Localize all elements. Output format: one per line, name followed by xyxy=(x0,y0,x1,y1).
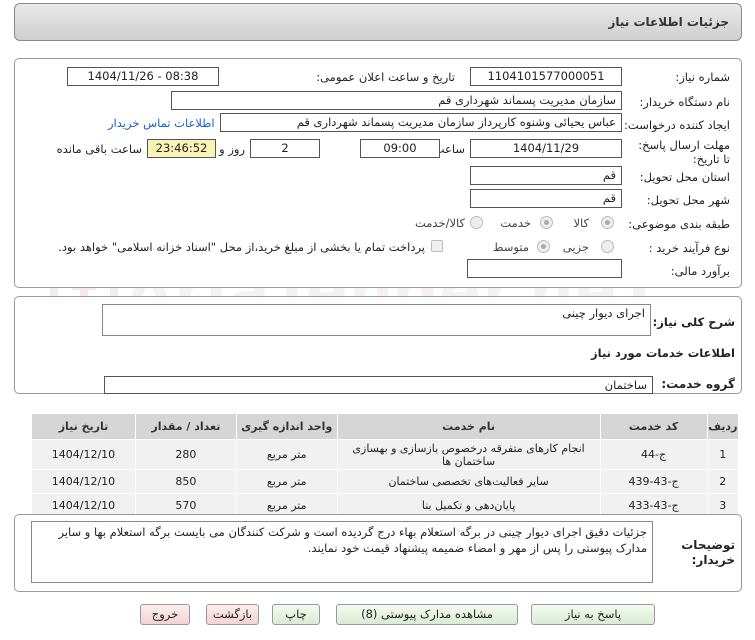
col-service-name: نام خدمت xyxy=(336,413,601,440)
financial-estimate-field[interactable] xyxy=(467,259,622,278)
process-option-minor: جزیی xyxy=(562,240,589,254)
view-attachments-button[interactable]: مشاهده مدارک پیوستی (8) xyxy=(336,604,518,625)
remaining-time-field: 23:46:52 xyxy=(147,139,216,158)
page-header: جزئیات اطلاعات نیاز xyxy=(14,3,742,41)
col-quantity: تعداد / مقدار xyxy=(134,413,237,440)
quantity: 280 xyxy=(134,439,237,470)
deadline-time-field: 09:00 xyxy=(360,139,440,158)
service-name: انجام کارهای متفرقه درخصوص بازسازی و بهس… xyxy=(336,439,601,470)
treasury-payment-checkbox[interactable] xyxy=(431,240,443,252)
service-name: سایر فعالیت‌های تخصصی ساختمان xyxy=(336,469,601,494)
need-date: 1404/12/10 xyxy=(31,469,136,494)
table-row: 1 ج-44 انجام کارهای متفرقه درخصوص بازساز… xyxy=(31,439,740,470)
financial-estimate-label: برآورد مالی: xyxy=(670,264,730,278)
unit: متر مربع xyxy=(235,469,338,494)
row-number: 1 xyxy=(706,439,740,470)
print-button[interactable]: چاپ xyxy=(272,604,320,625)
process-radio-medium[interactable] xyxy=(537,240,550,253)
need-date: 1404/12/10 xyxy=(31,439,136,470)
process-radio-minor[interactable] xyxy=(601,240,614,253)
need-number-field: 1104101577000051 xyxy=(470,67,622,86)
summary-label: شرح کلی نیاز: xyxy=(652,315,735,329)
col-row-number: ردیف xyxy=(706,413,740,440)
buyer-notes-field: جزئیات دقیق اجرای دیوار چینی در برگه است… xyxy=(31,521,653,583)
service-code: ج-43-439 xyxy=(599,469,708,494)
category-radio-goods-service[interactable] xyxy=(470,216,483,229)
service-group-field: ساختمان xyxy=(104,376,653,394)
category-option-goods: کالا xyxy=(573,216,589,230)
buyer-org-field: سازمان مدیریت پسماند شهرداری قم xyxy=(171,91,622,110)
treasury-payment-note: پرداخت تمام یا بخشی از مبلغ خرید،از محل … xyxy=(58,240,425,254)
col-unit: واحد اندازه گیری xyxy=(235,413,338,440)
unit: متر مربع xyxy=(235,439,338,470)
creator-field: عباس یحیائی وشنوه کارپرداز سازمان مدیریت… xyxy=(220,113,622,132)
remaining-days-field: 2 xyxy=(250,139,320,158)
buyer-notes-label: توضیحات خریدار: xyxy=(681,538,735,567)
quantity: 850 xyxy=(134,469,237,494)
row-number: 2 xyxy=(706,469,740,494)
back-button[interactable]: بازگشت xyxy=(206,604,259,625)
creator-label: ایجاد کننده درخواست: xyxy=(624,118,730,132)
category-radio-goods[interactable] xyxy=(601,216,614,229)
service-code: ج-44 xyxy=(599,439,708,470)
category-radio-service[interactable] xyxy=(540,216,553,229)
announce-datetime-field: 1404/11/26 - 08:38 xyxy=(67,67,219,86)
reply-to-need-button[interactable]: پاسخ به نیاز xyxy=(531,604,655,625)
need-number-label: شماره نیاز: xyxy=(675,70,730,84)
col-need-date: تاریخ نیاز xyxy=(31,413,136,440)
col-service-code: کد خدمت xyxy=(599,413,708,440)
category-option-goods-service: کالا/خدمت xyxy=(414,216,465,230)
service-group-label: گروه خدمت: xyxy=(661,377,735,391)
purchase-process-label: نوع فرآیند خرید : xyxy=(648,241,730,255)
announce-datetime-label: تاریخ و ساعت اعلان عمومی: xyxy=(316,70,455,84)
category-label: طبقه بندی موضوعی: xyxy=(628,217,730,231)
city-label: شهر محل تحویل: xyxy=(646,193,730,207)
days-label: روز و xyxy=(219,142,245,156)
buyer-org-label: نام دستگاه خریدار: xyxy=(639,95,730,109)
remaining-time-label: ساعت باقی مانده xyxy=(56,142,142,156)
table-row: 2 ج-43-439 سایر فعالیت‌های تخصصی ساختمان… xyxy=(31,469,740,494)
province-label: استان محل تحویل: xyxy=(639,170,730,184)
page-title: جزئیات اطلاعات نیاز xyxy=(608,15,729,29)
deadline-label: مهلت ارسال پاسخ: تا تاریخ: xyxy=(638,138,730,166)
province-field: قم xyxy=(470,166,622,185)
summary-field: اجرای دیوار چینی xyxy=(102,304,651,336)
buyer-contact-link[interactable]: اطلاعات تماس خریدار xyxy=(108,116,215,130)
exit-button[interactable]: خروج xyxy=(140,604,190,625)
deadline-date-field: 1404/11/29 xyxy=(470,139,622,158)
process-option-medium: متوسط xyxy=(492,240,529,254)
table-header-row: ردیف کد خدمت نام خدمت واحد اندازه گیری ت… xyxy=(31,413,740,440)
category-option-service: خدمت xyxy=(500,216,531,230)
services-table: ردیف کد خدمت نام خدمت واحد اندازه گیری ت… xyxy=(31,413,740,518)
services-section-title: اطلاعات خدمات مورد نیاز xyxy=(591,346,735,360)
city-field: قم xyxy=(470,189,622,208)
